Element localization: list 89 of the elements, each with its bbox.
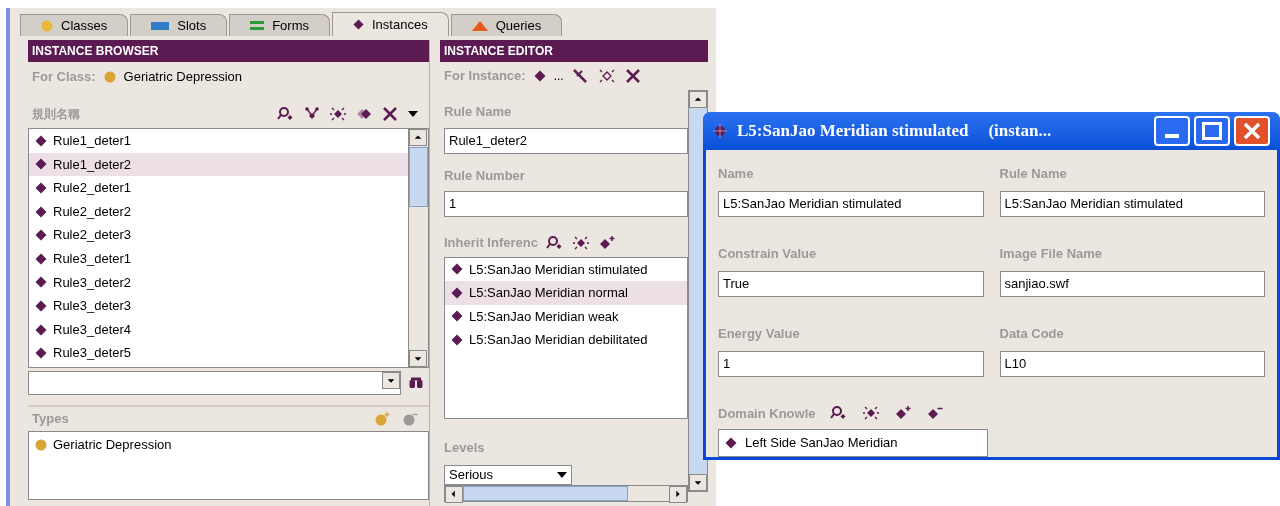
search-icon[interactable]: [545, 234, 564, 251]
maximize-button[interactable]: [1194, 115, 1230, 146]
text-field[interactable]: L5:SanJao Meridian stimulated: [999, 191, 1265, 217]
dialog-title-suffix: (instan...: [988, 120, 1053, 142]
dropdown-icon[interactable]: [407, 110, 419, 118]
class-dot-icon: [103, 71, 116, 83]
text-field[interactable]: True: [718, 271, 984, 297]
binoculars-icon[interactable]: [409, 377, 423, 389]
text-field[interactable]: 1: [444, 191, 688, 217]
inherit-label: Inherit Inferenc: [444, 234, 538, 252]
diamond-icon: [35, 229, 47, 242]
horizontal-scrollbar[interactable]: [444, 484, 688, 502]
combo-arrow-button[interactable]: [382, 372, 400, 389]
diamond-icon: [35, 134, 47, 147]
field-label: Rule Name: [444, 103, 513, 121]
diamond-icon: [35, 347, 47, 360]
search-icon[interactable]: [277, 106, 295, 122]
diamond-icon: [533, 70, 546, 82]
search-icon[interactable]: [829, 405, 848, 422]
domain-label: Domain Knowle: [718, 404, 816, 423]
circle-icon: [41, 19, 53, 32]
diamond-icon: [451, 263, 463, 276]
diamond-icon: [725, 437, 737, 449]
domain-row[interactable]: Left Side SanJao Meridian: [719, 430, 987, 456]
panel-header: INSTANCE BROWSER: [28, 40, 429, 62]
tab[interactable]: Queries: [450, 14, 563, 36]
diamond-tree-icon[interactable]: [303, 106, 321, 122]
class-name: Geriatric Depression: [123, 68, 243, 87]
text-field[interactable]: L10: [999, 351, 1265, 377]
diamond-copy-icon[interactable]: [355, 106, 373, 122]
inference-row[interactable]: L5:SanJao Meridian normal: [445, 281, 687, 305]
dialog-title: L5:SanJao Meridian stimulated: [737, 120, 969, 142]
scroll-up-button[interactable]: [409, 129, 427, 146]
diamond-icon: [35, 205, 47, 218]
minimize-icon: [1165, 133, 1179, 138]
class-dot-icon: [35, 439, 47, 451]
diamond-icon: [451, 286, 463, 299]
scroll-down-button[interactable]: [689, 474, 707, 491]
down-arrow-icon: [557, 471, 567, 478]
scroll-up-button[interactable]: [689, 91, 707, 108]
list-header: 規則名稱: [32, 106, 81, 123]
close-icon: [1243, 121, 1261, 140]
field-label: Image File Name: [999, 244, 1104, 263]
diamond-icon: [35, 299, 47, 312]
tab[interactable]: Slots: [130, 14, 228, 36]
field-label: Energy Value: [718, 324, 801, 343]
text-field[interactable]: 1: [718, 351, 984, 377]
scroll-right-button[interactable]: [669, 485, 687, 503]
scroll-down-button[interactable]: [409, 350, 427, 367]
diamond-icon: [451, 333, 463, 346]
field-label: Constrain Value: [718, 244, 818, 263]
instance-name: ...: [553, 68, 564, 85]
levels-select[interactable]: Serious: [444, 464, 572, 485]
diamond-frame-icon[interactable]: [597, 68, 616, 84]
types-label: Types: [32, 410, 70, 429]
for-instance-label: For Instance:: [444, 67, 526, 86]
scroll-left-button[interactable]: [445, 485, 463, 503]
scrollbar[interactable]: [408, 129, 428, 367]
tab[interactable]: Forms: [229, 14, 330, 36]
field-label: Data Code: [999, 324, 1065, 343]
close-button[interactable]: [1234, 115, 1270, 146]
tab[interactable]: Classes: [20, 14, 129, 36]
minimize-button[interactable]: [1154, 115, 1190, 146]
levels-label: Levels: [444, 439, 485, 455]
diamond-icon: [35, 158, 47, 171]
scroll-thumb[interactable]: [409, 147, 428, 207]
text-field[interactable]: L5:SanJao Meridian stimulated: [718, 191, 984, 217]
field-label: Rule Number: [444, 166, 526, 185]
maximize-icon: [1202, 121, 1222, 140]
bar-icon: [151, 21, 170, 30]
lines-icon: [250, 20, 265, 31]
field-label: Name: [718, 164, 755, 183]
diamond-icon: [451, 310, 463, 323]
field-label: Rule Name: [999, 164, 1068, 183]
scroll-thumb[interactable]: [463, 485, 628, 501]
diamond-icon: [353, 19, 364, 30]
triangle-icon: [471, 20, 488, 31]
instance-row[interactable]: Rule1_deter2: [29, 152, 408, 177]
diamond-icon: [35, 323, 47, 336]
panel-header: INSTANCE EDITOR: [440, 40, 708, 62]
diamond-icon: [35, 276, 47, 289]
text-field[interactable]: Rule1_deter2: [444, 127, 688, 154]
tab[interactable]: Instances: [332, 12, 449, 36]
diamond-icon: [35, 252, 47, 265]
delete-icon[interactable]: [381, 106, 399, 122]
diamond-icon: [35, 182, 47, 194]
for-class-label: For Class:: [32, 68, 96, 87]
delete-icon[interactable]: [623, 68, 642, 84]
text-field[interactable]: sanjiao.swf: [999, 271, 1265, 297]
